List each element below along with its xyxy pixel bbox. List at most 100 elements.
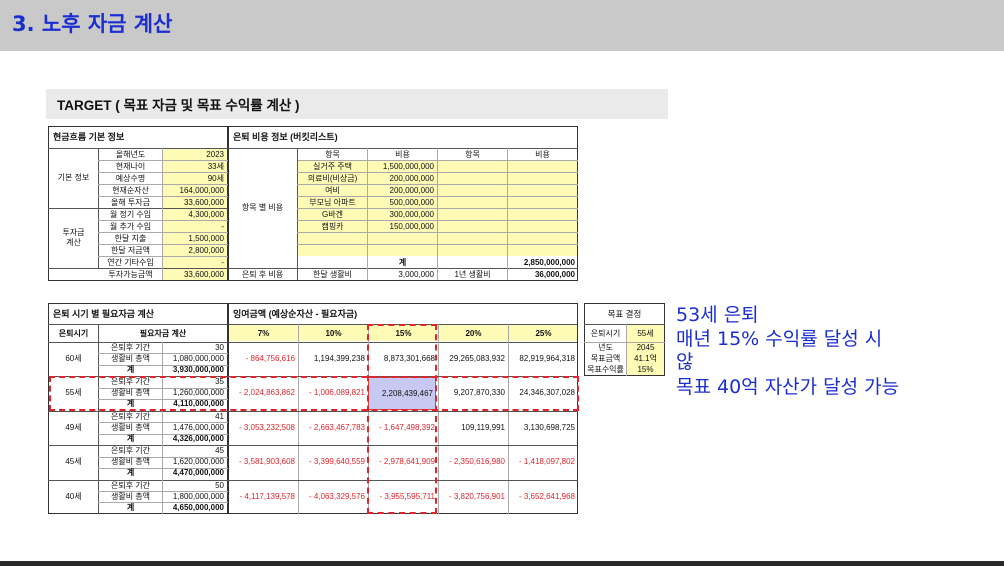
bucket-item-name: 의료비(비상금): [307, 173, 358, 183]
basic-value: 4,300,000: [188, 209, 224, 219]
surplus-value: - 3,581,903,608: [238, 457, 295, 467]
sub-living-label: 생활비 총액: [110, 491, 151, 501]
basic-label: 투자가능금액: [108, 269, 153, 279]
note-line-4: 목표 40억 자산가 달성 가능: [676, 376, 900, 398]
basic-value: 1,500,000: [188, 233, 224, 243]
sub-total-label: 계: [126, 433, 135, 443]
surplus-value: - 3,820,756,901: [448, 491, 505, 501]
surplus-value: - 864,756,616: [245, 354, 295, 363]
bucket-item-cost: 300,000,000: [389, 209, 435, 219]
sub-total-value: 3,930,000,000: [172, 365, 224, 374]
sub-period-value: 45: [215, 446, 224, 456]
surplus-value: 1,194,399,238: [313, 354, 365, 363]
bucket-item-name: 캠핑카: [321, 221, 344, 231]
surplus-value: 3,130,698,725: [523, 422, 575, 432]
yearly-living-label: 1년 생활비: [454, 269, 491, 279]
yearly-living-value: 36,000,000: [534, 269, 575, 279]
sub-period-label: 은퇴후 기간: [110, 480, 151, 490]
bucket-col-item-1: 항목: [325, 149, 340, 159]
basic-value: 90세: [207, 173, 224, 183]
target-value: 41.1억: [634, 354, 657, 363]
basic-section-title: 현금흐름 기본 정보: [53, 131, 125, 142]
bucket-item-name: 부모님 아파트: [309, 197, 356, 207]
sub-living-value: 1,620,000,000: [172, 457, 224, 467]
basic-label: 월 추가 수입: [109, 221, 152, 231]
needed-col-divider: [162, 342, 163, 514]
monthly-living-label: 한달 생활비: [312, 269, 353, 279]
bucket-row-divider: [297, 232, 578, 233]
sub-total-label: 계: [126, 365, 135, 374]
surplus-value: 109,119,991: [461, 422, 505, 432]
highlight-dash-column: [367, 324, 437, 514]
surplus-value: 82,919,964,318: [519, 354, 575, 363]
basic-value: 164,000,000: [179, 185, 225, 195]
surplus-value: - 4,117,139,578: [239, 491, 295, 501]
page-title: 3. 노후 자금 계산: [12, 12, 173, 36]
retire-age: 49세: [65, 422, 82, 432]
target-label: 년도: [598, 343, 613, 352]
target-label: 은퇴시기: [590, 328, 621, 338]
basic-label: 올해년도: [115, 149, 146, 159]
rate-header: 20%: [465, 328, 482, 338]
bucket-total-value: 2,850,000,000: [523, 257, 575, 267]
retire-age: 45세: [65, 457, 82, 467]
basic-value: 33,600,000: [183, 197, 224, 207]
sub-total-value: 4,326,000,000: [172, 433, 224, 443]
basic-label: 예상수명: [115, 173, 146, 183]
sub-total-label: 계: [126, 502, 135, 512]
retire-age: 40세: [65, 491, 82, 501]
surplus-value: - 2,663,467,783: [308, 422, 365, 432]
sub-period-label: 은퇴후 기간: [110, 411, 151, 421]
bucket-group-label: 항목 별 비용: [241, 203, 284, 212]
basic-label: 현재순자산: [112, 185, 149, 195]
sub-period-value: 30: [215, 343, 224, 352]
bucket-col-cost-1: 비용: [395, 149, 410, 159]
sub-total-label: 계: [126, 468, 135, 478]
surplus-section-title: 잉여금액 (예상순자산 - 필요자금): [233, 308, 358, 319]
bucket-total-label: 계: [398, 257, 407, 267]
selected-cell-value: 2,208,439,467: [381, 388, 433, 398]
bucket-item-cost: 150,000,000: [389, 221, 435, 231]
rate-header: 10%: [325, 328, 342, 338]
slide-header: 3. 노후 자금 계산: [0, 0, 1004, 51]
sub-period-value: 41: [215, 411, 224, 421]
group-label-basic: 기본 정보: [57, 173, 90, 182]
bucket-item-name: 실거주 주택: [312, 161, 353, 171]
surplus-value: - 2,350,616,980: [448, 457, 505, 467]
target-value: 55세: [637, 328, 654, 338]
sub-period-value: 50: [215, 480, 224, 490]
rate-header: 7%: [257, 328, 270, 338]
note-line-3: 않: [676, 351, 694, 373]
basic-value: 2023: [206, 149, 224, 159]
bucket-item-name: G바겐: [322, 209, 343, 219]
surplus-value: - 3,399,640,559: [308, 457, 365, 467]
target-section-title: 목표 결정: [607, 308, 642, 319]
sub-living-value: 1,476,000,000: [172, 422, 224, 432]
basic-value: 33세: [207, 161, 224, 171]
bucket-item-cost: 200,000,000: [389, 185, 435, 195]
bucket-item-name: 여비: [325, 185, 340, 195]
basic-label: 올해 투자금: [110, 197, 151, 207]
basic-label: 월 정기 수입: [109, 209, 152, 219]
basic-value: -: [221, 257, 224, 267]
sub-total-value: 4,650,000,000: [172, 502, 224, 512]
surplus-value: 29,265,083,932: [449, 354, 505, 363]
target-label: 목표금액: [590, 354, 621, 363]
target-label: 목표수익률: [587, 365, 624, 374]
sub-living-value: 1,800,000,000: [172, 491, 224, 501]
bucket-row-divider: [297, 244, 578, 245]
basic-label: 현재나이: [115, 161, 146, 171]
monthly-living-value: 3,000,000: [398, 269, 434, 279]
rate-header: 25%: [535, 328, 552, 338]
surplus-value: - 4,063,329,576: [308, 491, 365, 501]
sub-period-label: 은퇴후 기간: [110, 343, 151, 352]
bucket-item-cost: 1,500,000,000: [382, 161, 434, 171]
sub-living-value: 1,080,000,000: [172, 354, 224, 363]
needed-col-calc: 필요자금 계산: [139, 328, 187, 338]
sub-total-value: 4,470,000,000: [172, 468, 224, 478]
surplus-value: - 3,652,641,968: [518, 491, 575, 501]
footer-bar: [0, 561, 1004, 566]
needed-section-title: 은퇴 시기 별 필요자금 계산: [53, 308, 155, 319]
basic-value: 2,800,000: [188, 245, 224, 255]
basic-label: 한달 지출: [114, 233, 147, 243]
